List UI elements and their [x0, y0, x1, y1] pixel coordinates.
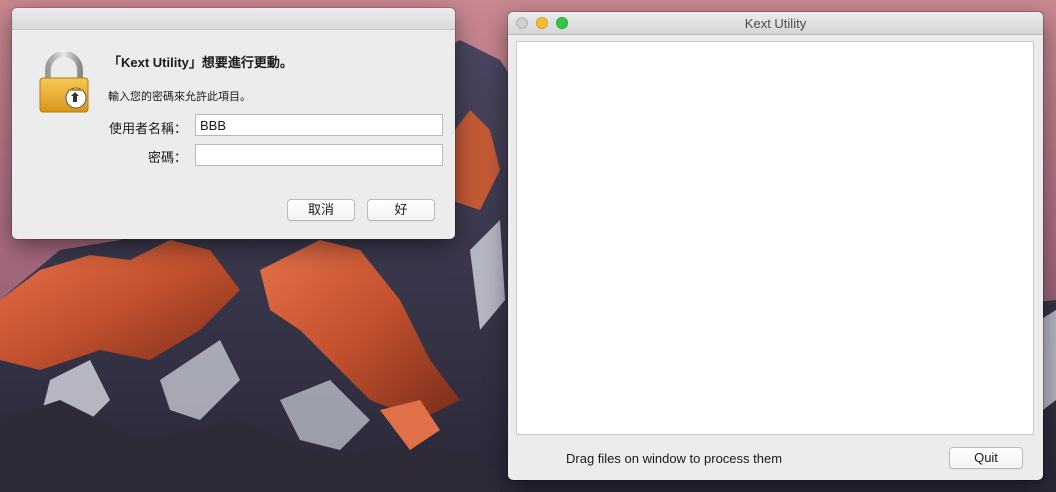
file-drop-area[interactable]	[516, 41, 1034, 435]
authentication-dialog: 「Kext Utility」想要進行更動。 輸入您的密碼來允許此項目。 使用者名…	[12, 8, 455, 239]
username-input[interactable]	[195, 114, 443, 136]
password-input[interactable]	[195, 144, 443, 166]
quit-button[interactable]: Quit	[949, 447, 1023, 469]
dialog-top-bar	[12, 8, 455, 30]
lock-icon	[39, 52, 89, 113]
ok-button[interactable]: 好	[367, 199, 435, 221]
window-titlebar[interactable]: Kext Utility	[508, 12, 1043, 35]
window-title: Kext Utility	[744, 16, 807, 31]
username-label: 使用者名稱：	[108, 121, 187, 136]
password-label: 密碼：	[147, 150, 187, 165]
dialog-message: 輸入您的密碼來允許此項目。	[108, 91, 251, 103]
dialog-title: 「Kext Utility」想要進行更動。	[108, 55, 293, 70]
status-text: Drag files on window to process them	[566, 451, 783, 466]
desktop: 「Kext Utility」想要進行更動。 輸入您的密碼來允許此項目。 使用者名…	[0, 0, 1056, 492]
cancel-button[interactable]: 取消	[287, 199, 355, 221]
kext-utility-window: Kext Utility Drag files on window to pro…	[508, 12, 1043, 480]
